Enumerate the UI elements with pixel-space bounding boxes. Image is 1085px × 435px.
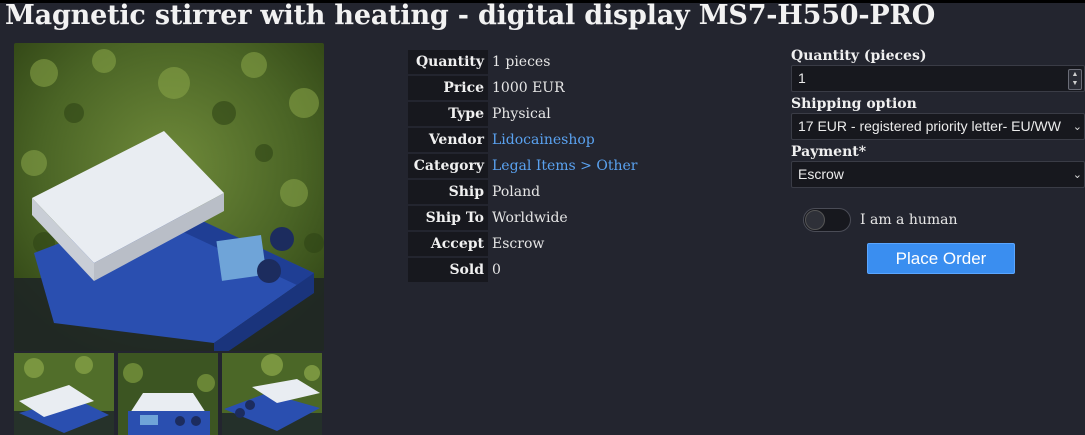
spec-row-type: Type Physical xyxy=(408,102,637,126)
spec-label: Quantity xyxy=(408,50,488,74)
quantity-value: 1 xyxy=(798,70,806,86)
vendor-link[interactable]: Lidocaineshop xyxy=(488,128,595,152)
spec-label: Type xyxy=(408,102,488,126)
spec-value: Poland xyxy=(492,184,541,200)
toggle-knob xyxy=(805,210,825,230)
shipping-label: Shipping option xyxy=(791,96,917,112)
human-label: I am a human xyxy=(860,212,958,228)
spec-label: Accept xyxy=(408,232,488,256)
spec-row-ship-to: Ship To Worldwide xyxy=(408,206,637,230)
page-title: Magnetic stirrer with heating - digital … xyxy=(5,0,936,31)
human-toggle[interactable] xyxy=(803,208,851,232)
spec-label: Sold xyxy=(408,258,488,282)
spec-value: Escrow xyxy=(492,236,545,252)
product-thumbnail[interactable] xyxy=(118,353,218,435)
spec-value: Worldwide xyxy=(492,210,568,226)
spec-value: 0 xyxy=(492,262,501,278)
spec-value: Physical xyxy=(492,106,551,122)
product-specs-table: Quantity 1 pieces Price 1000 EUR Type Ph… xyxy=(408,50,637,284)
chevron-down-icon: ⌄ xyxy=(1072,120,1082,133)
spec-label: Category xyxy=(408,154,488,178)
spec-label: Ship To xyxy=(408,206,488,230)
shipping-select[interactable]: 17 EUR - registered priority letter- EU/… xyxy=(791,113,1085,140)
spec-label: Vendor xyxy=(408,128,488,152)
human-check-row: I am a human xyxy=(803,208,958,232)
category-link[interactable]: Legal Items > Other xyxy=(488,154,637,178)
chevron-down-icon: ⌄ xyxy=(1072,168,1082,181)
stepper-control[interactable]: ▲ ▼ xyxy=(1068,69,1082,90)
spec-row-quantity: Quantity 1 pieces xyxy=(408,50,637,74)
spec-value: 1 pieces xyxy=(492,54,551,70)
chevron-down-icon[interactable]: ▼ xyxy=(1069,79,1081,88)
product-thumbnail[interactable] xyxy=(222,353,322,435)
payment-value: Escrow xyxy=(798,166,844,182)
payment-label: Payment* xyxy=(791,144,867,160)
spec-row-price: Price 1000 EUR xyxy=(408,76,637,100)
spec-label: Price xyxy=(408,76,488,100)
spec-row-sold: Sold 0 xyxy=(408,258,637,282)
product-thumbnail[interactable] xyxy=(14,353,114,435)
spec-row-vendor: Vendor Lidocaineshop xyxy=(408,128,637,152)
payment-select[interactable]: Escrow ⌄ xyxy=(791,161,1085,188)
shipping-value: 17 EUR - registered priority letter- EU/… xyxy=(798,118,1061,134)
chevron-up-icon[interactable]: ▲ xyxy=(1069,70,1081,79)
order-form: Quantity (pieces) 1 ▲ ▼ Shipping option … xyxy=(791,47,1085,274)
spec-label: Ship From xyxy=(408,180,488,224)
place-order-button[interactable]: Place Order xyxy=(867,243,1015,274)
spec-row-accept: Accept Escrow xyxy=(408,232,637,256)
spec-row-category: Category Legal Items > Other xyxy=(408,154,637,178)
spec-value: 1000 EUR xyxy=(492,80,565,96)
main-product-image[interactable] xyxy=(14,43,324,351)
quantity-label: Quantity (pieces) xyxy=(791,48,927,64)
spec-row-ship-from: Ship From Poland xyxy=(408,180,637,224)
quantity-stepper[interactable]: 1 ▲ ▼ xyxy=(791,65,1085,92)
